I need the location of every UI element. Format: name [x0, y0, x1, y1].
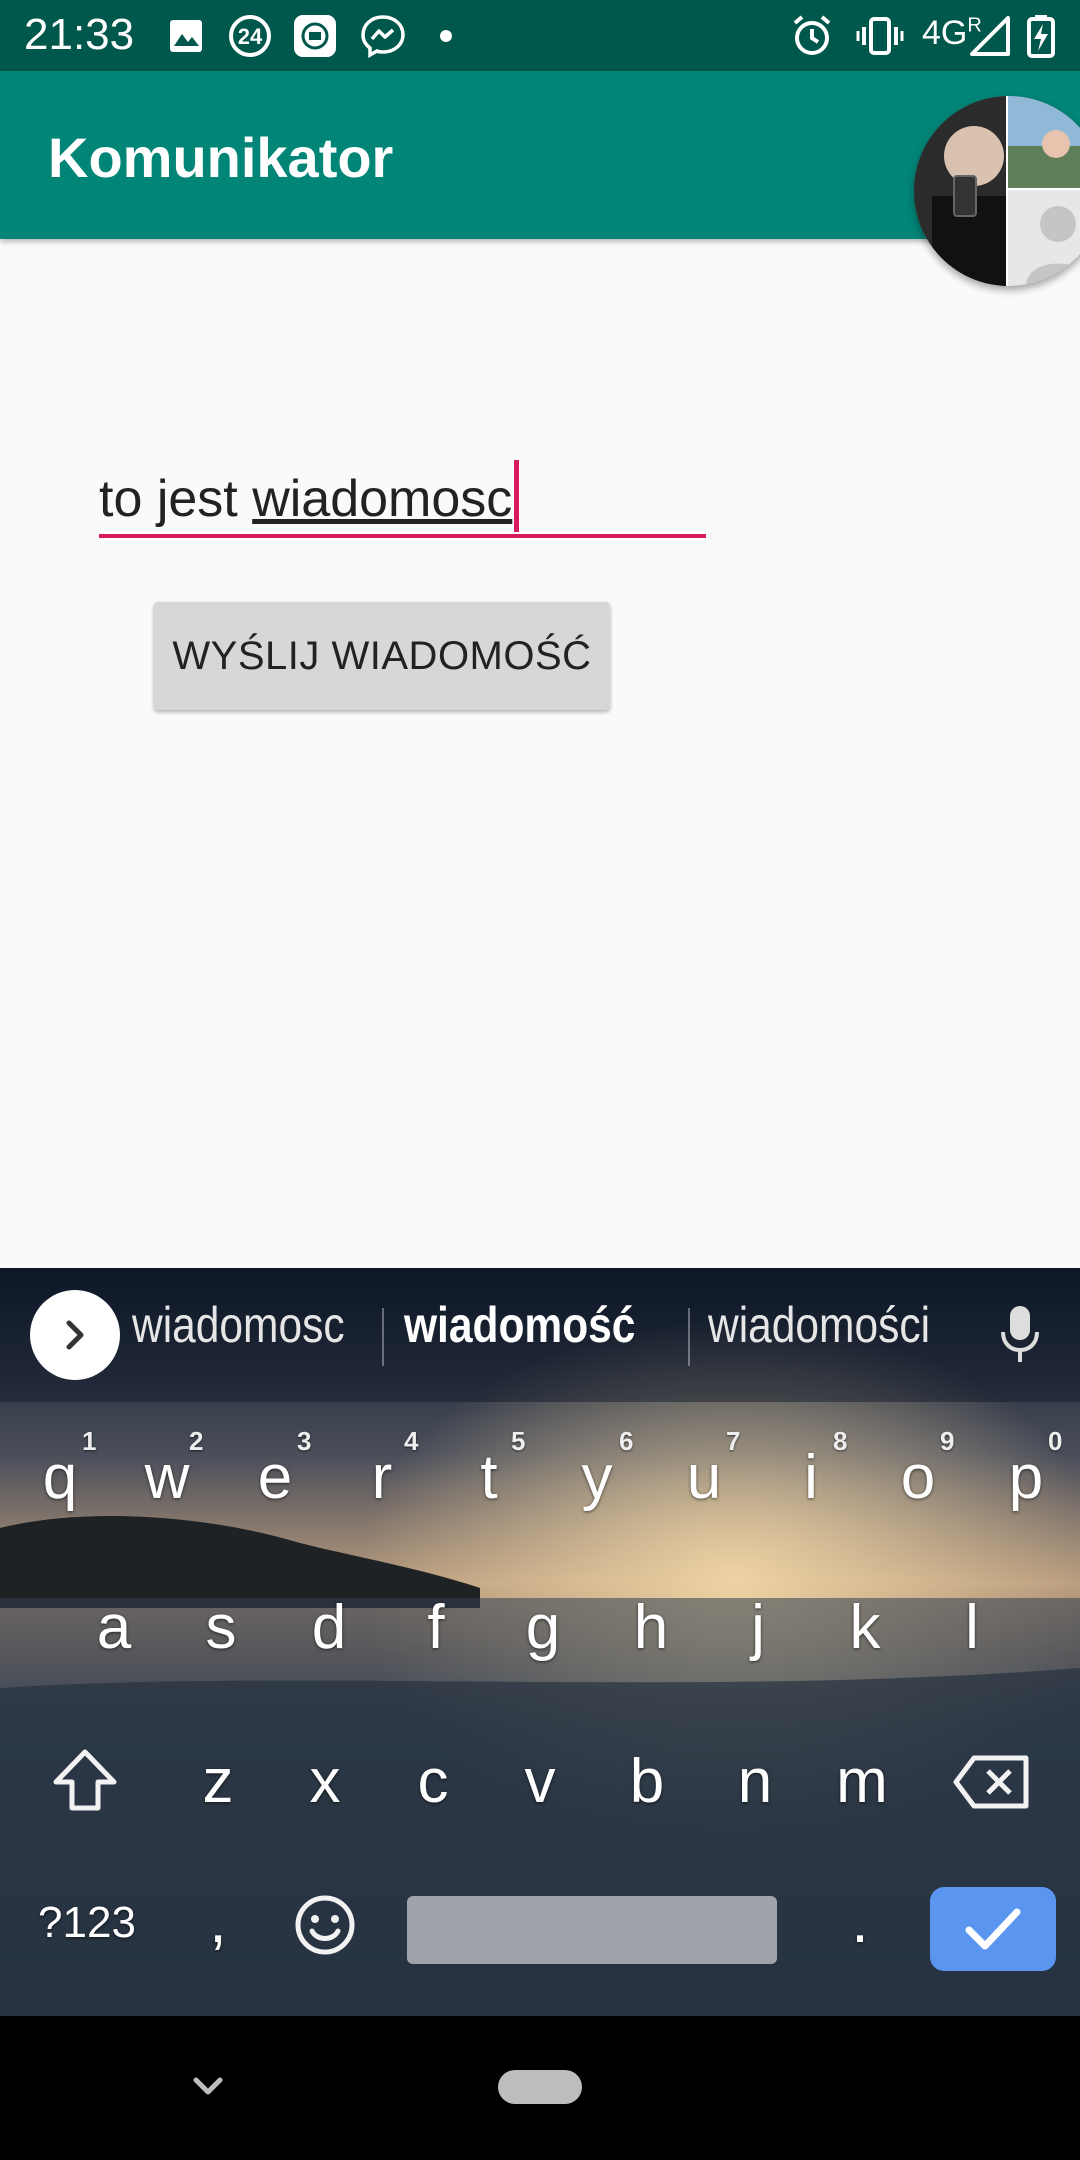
key-f[interactable]: f — [386, 1592, 486, 1663]
key-hint-8: 8 — [833, 1426, 848, 1456]
key-c[interactable]: c — [383, 1746, 483, 1817]
key-k[interactable]: k — [815, 1592, 915, 1663]
key-d[interactable]: d — [279, 1592, 379, 1663]
suggestion-3[interactable]: wiadomości — [708, 1296, 930, 1354]
image-icon — [170, 20, 202, 52]
keyboard-menu-button[interactable] — [30, 1290, 120, 1380]
message-input[interactable]: to jest wiadomosc — [99, 446, 706, 538]
microphone-icon[interactable] — [995, 1302, 1045, 1368]
key-l[interactable]: l — [922, 1592, 1022, 1663]
key-b[interactable]: b — [597, 1746, 697, 1817]
backspace-icon[interactable] — [952, 1752, 1032, 1812]
key-hint-4: 4 — [404, 1426, 419, 1456]
suggestion-divider — [688, 1308, 690, 1366]
suggestion-2[interactable]: wiadomość — [404, 1296, 635, 1354]
key-hint-7: 7 — [726, 1426, 741, 1456]
suggestion-divider — [382, 1308, 384, 1366]
battery-charging-icon — [1027, 15, 1055, 58]
dot-icon — [440, 30, 452, 42]
key-s[interactable]: s — [171, 1592, 271, 1663]
home-button[interactable] — [498, 2070, 582, 2104]
key-m[interactable]: m — [812, 1746, 912, 1817]
vibrate-icon — [856, 17, 904, 55]
check-icon — [965, 1908, 1021, 1950]
key-x[interactable]: x — [275, 1746, 375, 1817]
chevron-down-icon[interactable] — [188, 2066, 228, 2106]
navigation-bar — [0, 2016, 1080, 2160]
mi-icon — [294, 15, 336, 57]
soft-keyboard: wiadomosc wiadomość wiadomości q1w2e3r4t… — [0, 1268, 1080, 2016]
notification-24-icon: 24 — [229, 15, 271, 57]
message-input-text: to jest — [99, 470, 253, 528]
key-hint-6: 6 — [619, 1426, 634, 1456]
period-key[interactable]: . — [810, 1886, 910, 1957]
enter-key[interactable] — [930, 1887, 1056, 1971]
send-message-button[interactable]: WYŚLIJ WIADOMOŚĆ — [154, 602, 610, 710]
symbols-key[interactable]: ?123 — [22, 1898, 152, 1948]
key-hint-1: 1 — [82, 1426, 97, 1456]
status-time: 21:33 — [24, 10, 135, 59]
messenger-icon — [361, 15, 405, 58]
key-h[interactable]: h — [601, 1592, 701, 1663]
key-n[interactable]: n — [705, 1746, 805, 1817]
key-hint-0: 0 — [1048, 1426, 1063, 1456]
suggestion-bar: wiadomosc wiadomość wiadomości — [0, 1268, 1080, 1402]
key-hint-3: 3 — [297, 1426, 312, 1456]
key-v[interactable]: v — [490, 1746, 590, 1817]
text-cursor — [514, 460, 520, 532]
alarm-icon — [793, 15, 831, 55]
app-title: Komunikator — [48, 126, 394, 189]
chevron-right-icon — [66, 1320, 84, 1350]
composing-word: wiadomosc — [252, 470, 513, 528]
key-hint-2: 2 — [189, 1426, 204, 1456]
space-key[interactable] — [407, 1896, 777, 1964]
key-j[interactable]: j — [708, 1592, 808, 1663]
signal-icon — [970, 16, 1010, 56]
suggestion-1[interactable]: wiadomosc — [132, 1296, 345, 1354]
status-bar: 21:33 24 4GR — [0, 0, 1080, 71]
shift-icon[interactable] — [50, 1746, 120, 1816]
key-a[interactable]: a — [64, 1592, 164, 1663]
key-z[interactable]: z — [168, 1746, 268, 1817]
emoji-icon[interactable] — [293, 1893, 357, 1957]
comma-key[interactable]: , — [168, 1886, 268, 1957]
key-hint-5: 5 — [511, 1426, 526, 1456]
key-hint-9: 9 — [940, 1426, 955, 1456]
svg-text:24: 24 — [238, 24, 263, 49]
key-g[interactable]: g — [493, 1592, 593, 1663]
